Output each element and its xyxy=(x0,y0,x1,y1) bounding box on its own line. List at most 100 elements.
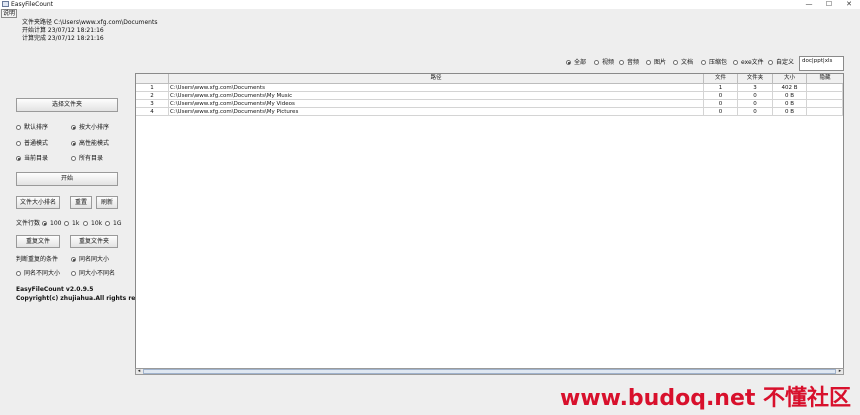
scroll-left-icon[interactable]: ◂ xyxy=(136,369,142,374)
filter-all-radio[interactable]: 全部 xyxy=(566,59,586,66)
rows-1k-radio[interactable]: 1k xyxy=(64,220,79,227)
row-index-cell: 1 xyxy=(136,84,169,92)
row-size-cell: 402 B xyxy=(773,84,807,92)
rows-1g-radio[interactable]: 1G xyxy=(105,220,121,227)
sort-size-radio[interactable]: 按大小排序 xyxy=(71,124,109,131)
rows-100-label: 100 xyxy=(50,220,62,227)
dir-current-radio[interactable]: 当前目录 xyxy=(16,155,48,162)
rows-10k-label: 10k xyxy=(91,220,103,227)
duplicate-folders-button[interactable]: 重复文件夹 xyxy=(70,235,118,248)
filter-archive-label: 压缩包 xyxy=(709,59,728,66)
menu-help[interactable]: 说明 xyxy=(1,9,17,18)
filter-custom-label: 自定义 xyxy=(776,59,795,66)
row-size-cell: 0 B xyxy=(773,100,807,108)
reset-button[interactable]: 重置 xyxy=(70,196,92,209)
row-path-cell: C:\Users\www.xfg.com\Documents\My Music xyxy=(169,92,704,100)
table-row[interactable]: 3 C:\Users\www.xfg.com\Documents\My Video… xyxy=(136,100,843,108)
col-files-header[interactable]: 文件 xyxy=(704,74,738,83)
radio-icon xyxy=(673,60,678,65)
radio-icon xyxy=(16,141,21,146)
row-folders-cell: 0 xyxy=(738,100,773,108)
radio-icon xyxy=(16,125,21,130)
row-files-cell: 0 xyxy=(704,92,738,100)
dir-all-radio[interactable]: 所有目录 xyxy=(71,155,103,162)
table-header: 路径 文件 文件夹 大小 隐藏 xyxy=(136,74,843,84)
filter-exe-label: exe文件 xyxy=(741,59,764,66)
row-hidden-cell xyxy=(807,84,843,92)
sort-default-radio[interactable]: 默认排序 xyxy=(16,124,48,131)
rows-1g-label: 1G xyxy=(113,220,122,227)
row-folders-cell: 0 xyxy=(738,108,773,116)
cond-same-size-diff-name-label: 同大小不同名 xyxy=(79,270,116,277)
filter-doc-radio[interactable]: 文档 xyxy=(673,59,693,66)
filter-custom-radio[interactable]: 自定义 xyxy=(768,59,794,66)
filter-video-radio[interactable]: 视频 xyxy=(594,59,614,66)
col-size-header[interactable]: 大小 xyxy=(773,74,807,83)
rank-size-button[interactable]: 文件大小排名 xyxy=(16,196,60,209)
cond-same-name-size-label: 同名同大小 xyxy=(79,256,110,263)
app-icon xyxy=(2,1,9,7)
row-files-cell: 0 xyxy=(704,108,738,116)
select-folder-button[interactable]: 选择文件夹 xyxy=(16,98,118,112)
close-button[interactable]: ✕ xyxy=(836,0,860,9)
filter-all-label: 全部 xyxy=(574,59,587,66)
col-folders-header[interactable]: 文件夹 xyxy=(738,74,773,83)
row-hidden-cell xyxy=(807,108,843,116)
horizontal-scrollbar[interactable]: ◂ ▸ xyxy=(135,368,844,375)
sort-size-label: 按大小排序 xyxy=(79,124,110,131)
radio-icon xyxy=(733,60,738,65)
table-row[interactable]: 2 C:\Users\www.xfg.com\Documents\My Music… xyxy=(136,92,843,100)
row-folders-cell: 3 xyxy=(738,84,773,92)
scrollbar-thumb[interactable] xyxy=(143,369,836,374)
row-folders-cell: 0 xyxy=(738,92,773,100)
radio-icon xyxy=(646,60,651,65)
start-button[interactable]: 开始 xyxy=(16,172,118,186)
window-title: EasyFileCount xyxy=(11,1,54,8)
end-time-info: 计算完成 23/07/12 18:21:16 xyxy=(22,35,104,42)
refresh-button[interactable]: 刷新 xyxy=(96,196,118,209)
rows-1k-label: 1k xyxy=(72,220,80,227)
radio-checked-icon xyxy=(71,257,76,262)
filter-exe-radio[interactable]: exe文件 xyxy=(733,59,764,66)
filter-video-label: 视频 xyxy=(602,59,615,66)
cond-diff-name-size-radio[interactable]: 同名不同大小 xyxy=(16,270,60,277)
row-path-cell: C:\Users\www.xfg.com\Documents\My Videos xyxy=(169,100,704,108)
custom-extension-input[interactable]: doc|ppt|xls xyxy=(799,56,844,71)
table-row[interactable]: 1 C:\Users\www.xfg.com\Documents 1 3 402 B xyxy=(136,84,843,92)
radio-icon xyxy=(619,60,624,65)
radio-checked-icon xyxy=(16,156,21,161)
title-bar xyxy=(0,0,860,9)
rows-100-radio[interactable]: 100 xyxy=(42,220,61,227)
filter-image-radio[interactable]: 图片 xyxy=(646,59,666,66)
row-files-cell: 1 xyxy=(704,84,738,92)
row-path-cell: C:\Users\www.xfg.com\Documents xyxy=(169,84,704,92)
radio-icon xyxy=(105,221,110,226)
filter-archive-radio[interactable]: 压缩包 xyxy=(701,59,727,66)
scroll-right-icon[interactable]: ▸ xyxy=(837,369,843,374)
radio-icon xyxy=(83,221,88,226)
results-table[interactable]: 路径 文件 文件夹 大小 隐藏 1 C:\Users\www.xfg.com\Do… xyxy=(135,73,844,375)
col-path-header[interactable]: 路径 xyxy=(169,74,704,83)
row-size-cell: 0 B xyxy=(773,92,807,100)
col-hidden-header[interactable]: 隐藏 xyxy=(807,74,843,83)
radio-checked-icon xyxy=(71,141,76,146)
cond-same-name-size-radio[interactable]: 同名同大小 xyxy=(71,256,109,263)
radio-icon xyxy=(594,60,599,65)
col-index-header[interactable] xyxy=(136,74,169,83)
table-row[interactable]: 4 C:\Users\www.xfg.com\Documents\My Pictu… xyxy=(136,108,843,116)
dup-condition-label: 判断重复的条件 xyxy=(16,256,59,263)
filter-audio-radio[interactable]: 音频 xyxy=(619,59,639,66)
site-watermark: www.budoq.net 不懂社区 xyxy=(560,386,852,411)
cond-same-size-diff-name-radio[interactable]: 同大小不同名 xyxy=(71,270,115,277)
row-files-cell: 0 xyxy=(704,100,738,108)
duplicate-files-button[interactable]: 重复文件 xyxy=(16,235,60,248)
rows-10k-radio[interactable]: 10k xyxy=(83,220,102,227)
radio-checked-icon xyxy=(566,60,571,65)
mode-normal-radio[interactable]: 普通模式 xyxy=(16,140,48,147)
filter-audio-label: 音频 xyxy=(627,59,640,66)
radio-icon xyxy=(71,156,76,161)
radio-icon xyxy=(16,271,21,276)
start-time-info: 开始计算 23/07/12 18:21:16 xyxy=(22,27,104,34)
rows-label: 文件行数 xyxy=(16,220,41,227)
mode-high-radio[interactable]: 高性能模式 xyxy=(71,140,109,147)
